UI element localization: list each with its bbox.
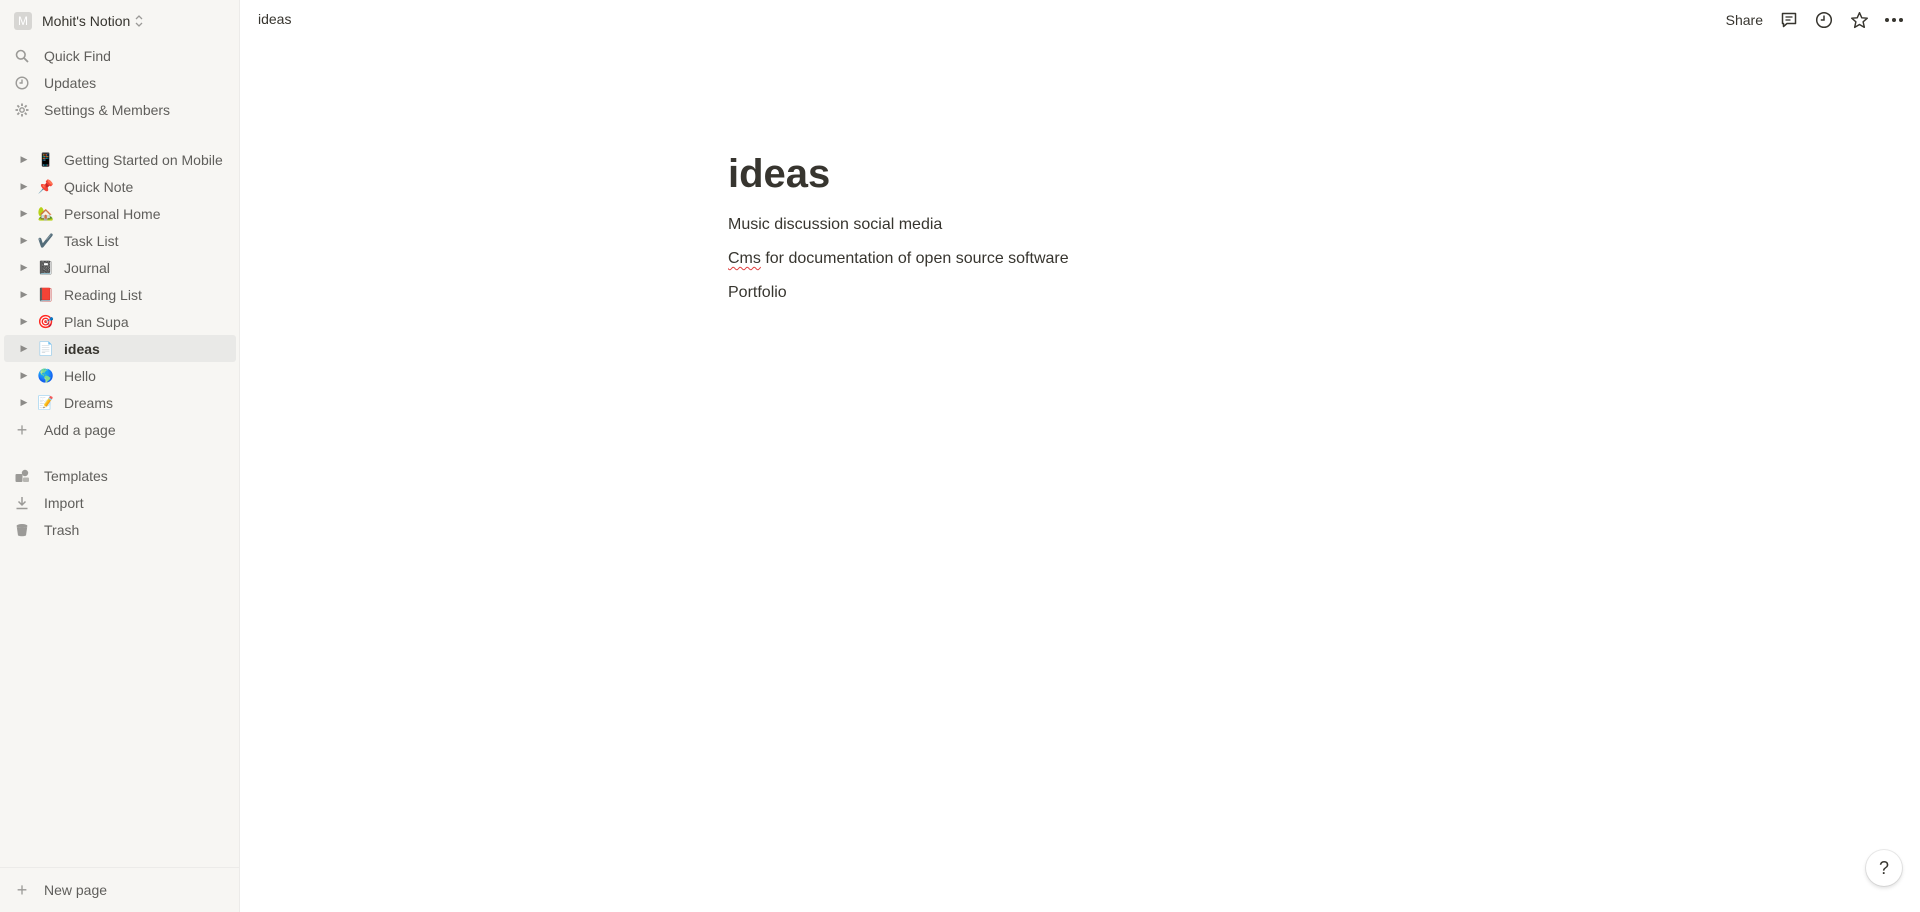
workspace-avatar: M [14, 12, 32, 30]
clock-icon [14, 75, 30, 91]
help-button[interactable]: ? [1866, 850, 1902, 886]
new-page-button[interactable]: + New page [0, 867, 240, 912]
comment-icon[interactable] [1779, 10, 1799, 30]
page-emoji-icon: 🎯 [37, 313, 55, 329]
page-emoji-icon: 📱 [37, 151, 55, 167]
trash-icon [14, 522, 30, 538]
toggle-arrow-icon[interactable]: ▶ [14, 343, 34, 354]
sidebar-item-import[interactable]: Import [14, 492, 84, 514]
sidebar-item-settings[interactable]: Settings & Members [14, 99, 170, 121]
page-emoji-icon: 🌎 [37, 367, 55, 383]
search-icon [14, 48, 30, 64]
sidebar-item-label: Updates [44, 75, 97, 91]
toggle-arrow-icon[interactable]: ▶ [14, 208, 34, 219]
page-emoji-icon: 📄 [37, 340, 55, 356]
text-block[interactable]: Portfolio [728, 280, 1428, 306]
page-emoji-icon: 🏡 [37, 205, 55, 221]
page-emoji-icon: 📓 [37, 259, 55, 275]
page-emoji-icon: ✔️ [37, 232, 55, 248]
sidebar-page-ideas[interactable]: ▶ 📄 ideas [4, 335, 236, 362]
new-page-label: New page [44, 882, 108, 898]
page-content: ideas Music discussion social media Cms … [728, 150, 1428, 314]
sidebar-item-label: Templates [44, 468, 108, 484]
sidebar-page-reading-list[interactable]: ▶ 📕 Reading List [4, 281, 236, 308]
templates-icon [14, 468, 30, 484]
sidebar-page-journal[interactable]: ▶ 📓 Journal [4, 254, 236, 281]
share-button[interactable]: Share [1726, 12, 1763, 28]
toggle-arrow-icon[interactable]: ▶ [14, 397, 34, 408]
sidebar-page-label: Getting Started on Mobile [64, 151, 223, 168]
clock-icon[interactable] [1814, 10, 1834, 30]
text-block[interactable]: Cms for documentation of open source sof… [728, 246, 1428, 272]
plus-icon: + [16, 419, 28, 440]
sidebar-item-templates[interactable]: Templates [14, 465, 108, 487]
more-icon[interactable] [1884, 10, 1904, 30]
add-page-label: Add a page [44, 422, 116, 438]
block-text: for documentation of open source softwar… [760, 250, 1069, 267]
toggle-arrow-icon[interactable]: ▶ [14, 289, 34, 300]
sidebar-page-label: Plan Supa [64, 313, 129, 330]
sidebar-page-getting-started[interactable]: ▶ 📱 Getting Started on Mobile [4, 146, 236, 173]
toggle-arrow-icon[interactable]: ▶ [14, 262, 34, 273]
sidebar: M Mohit's Notion Quick Find Updates Sett… [0, 0, 240, 912]
sidebar-page-label: Task List [64, 232, 119, 249]
toggle-arrow-icon[interactable]: ▶ [14, 370, 34, 381]
sidebar-page-label: Dreams [64, 394, 114, 411]
sidebar-item-label: Settings & Members [44, 102, 171, 118]
workspace-name: Mohit's Notion [42, 13, 131, 29]
sidebar-item-quick-find[interactable]: Quick Find [14, 45, 111, 67]
star-icon[interactable] [1849, 10, 1869, 30]
sidebar-page-plan-supa[interactable]: ▶ 🎯 Plan Supa [4, 308, 236, 335]
sidebar-page-dreams[interactable]: ▶ 📝 Dreams [4, 389, 236, 416]
toggle-arrow-icon[interactable]: ▶ [14, 316, 34, 327]
sidebar-item-trash[interactable]: Trash [14, 519, 79, 541]
toggle-arrow-icon[interactable]: ▶ [14, 154, 34, 165]
toggle-arrow-icon[interactable]: ▶ [14, 235, 34, 246]
sidebar-page-personal-home[interactable]: ▶ 🏡 Personal Home [4, 200, 236, 227]
toggle-arrow-icon[interactable]: ▶ [14, 181, 34, 192]
page-emoji-icon: 📕 [37, 286, 55, 302]
text-block[interactable]: Music discussion social media [728, 212, 1428, 238]
sidebar-page-label: Personal Home [64, 205, 161, 222]
workspace-switcher[interactable]: M Mohit's Notion [14, 10, 143, 32]
sidebar-page-label: Quick Note [64, 178, 134, 195]
sidebar-page-task-list[interactable]: ▶ ✔️ Task List [4, 227, 236, 254]
sidebar-item-label: Trash [44, 522, 80, 538]
chevron-up-down-icon [135, 15, 143, 27]
sidebar-page-hello[interactable]: ▶ 🌎 Hello [4, 362, 236, 389]
plus-icon: + [16, 879, 28, 900]
sidebar-page-label: ideas [64, 340, 100, 357]
sidebar-page-label: Hello [64, 367, 96, 384]
sidebar-page-label: Reading List [64, 286, 142, 303]
sidebar-item-label: Quick Find [44, 48, 111, 64]
sidebar-item-label: Import [44, 495, 84, 511]
topbar: ideas Share [241, 0, 1920, 40]
gear-icon [14, 102, 30, 118]
topbar-actions: Share [1726, 0, 1920, 40]
page-emoji-icon: 📌 [37, 178, 55, 194]
sidebar-page-quick-note[interactable]: ▶ 📌 Quick Note [4, 173, 236, 200]
add-page-button[interactable]: + Add a page [14, 419, 116, 441]
download-icon [14, 495, 30, 511]
sidebar-page-label: Journal [64, 259, 110, 276]
sidebar-item-updates[interactable]: Updates [14, 72, 96, 94]
page-emoji-icon: 📝 [37, 394, 55, 410]
misspelled-word: Cms [728, 250, 761, 267]
breadcrumb[interactable]: ideas [258, 11, 291, 27]
page-title[interactable]: ideas [728, 150, 1428, 198]
